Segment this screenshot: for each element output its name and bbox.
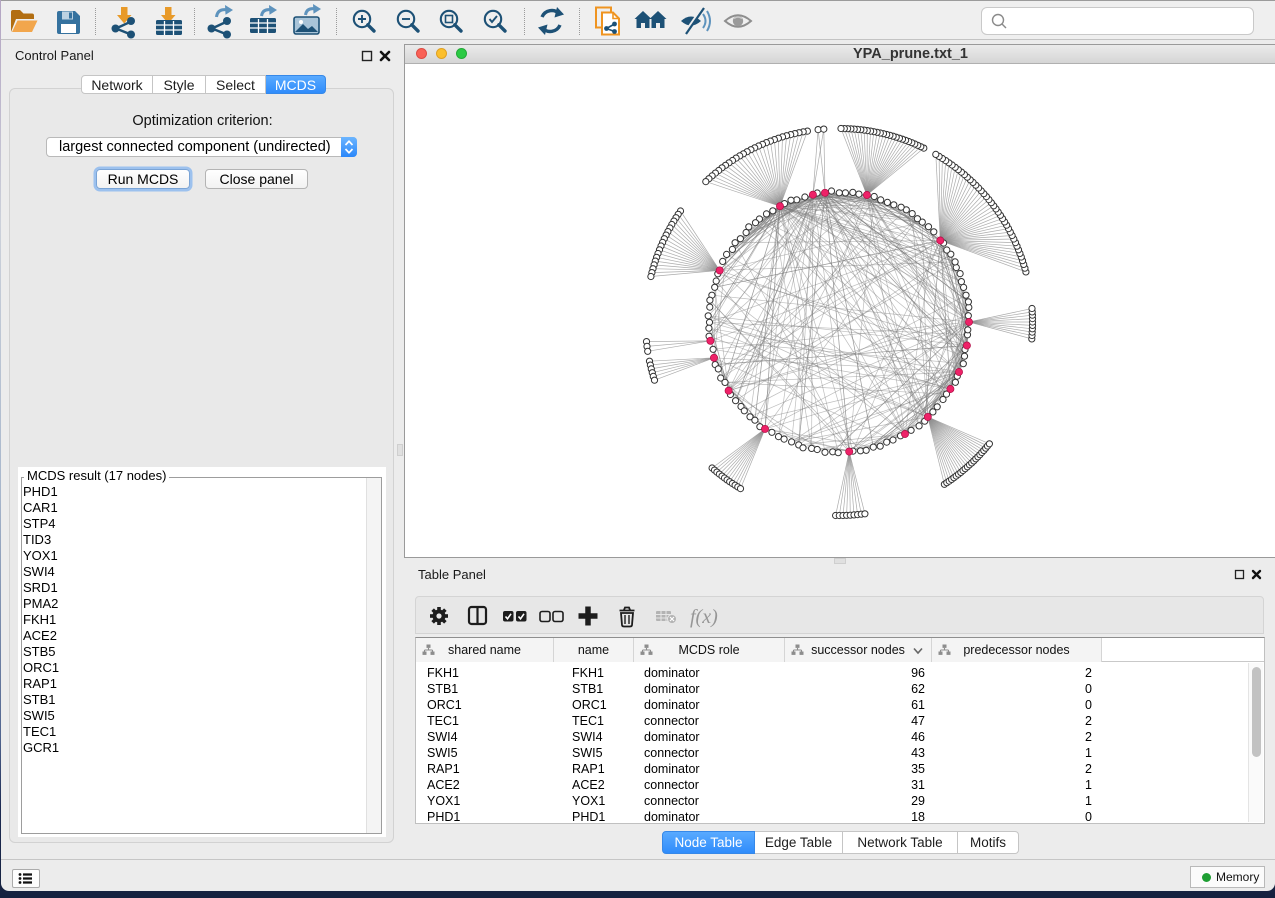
svg-text:f(x): f(x) <box>690 606 718 628</box>
